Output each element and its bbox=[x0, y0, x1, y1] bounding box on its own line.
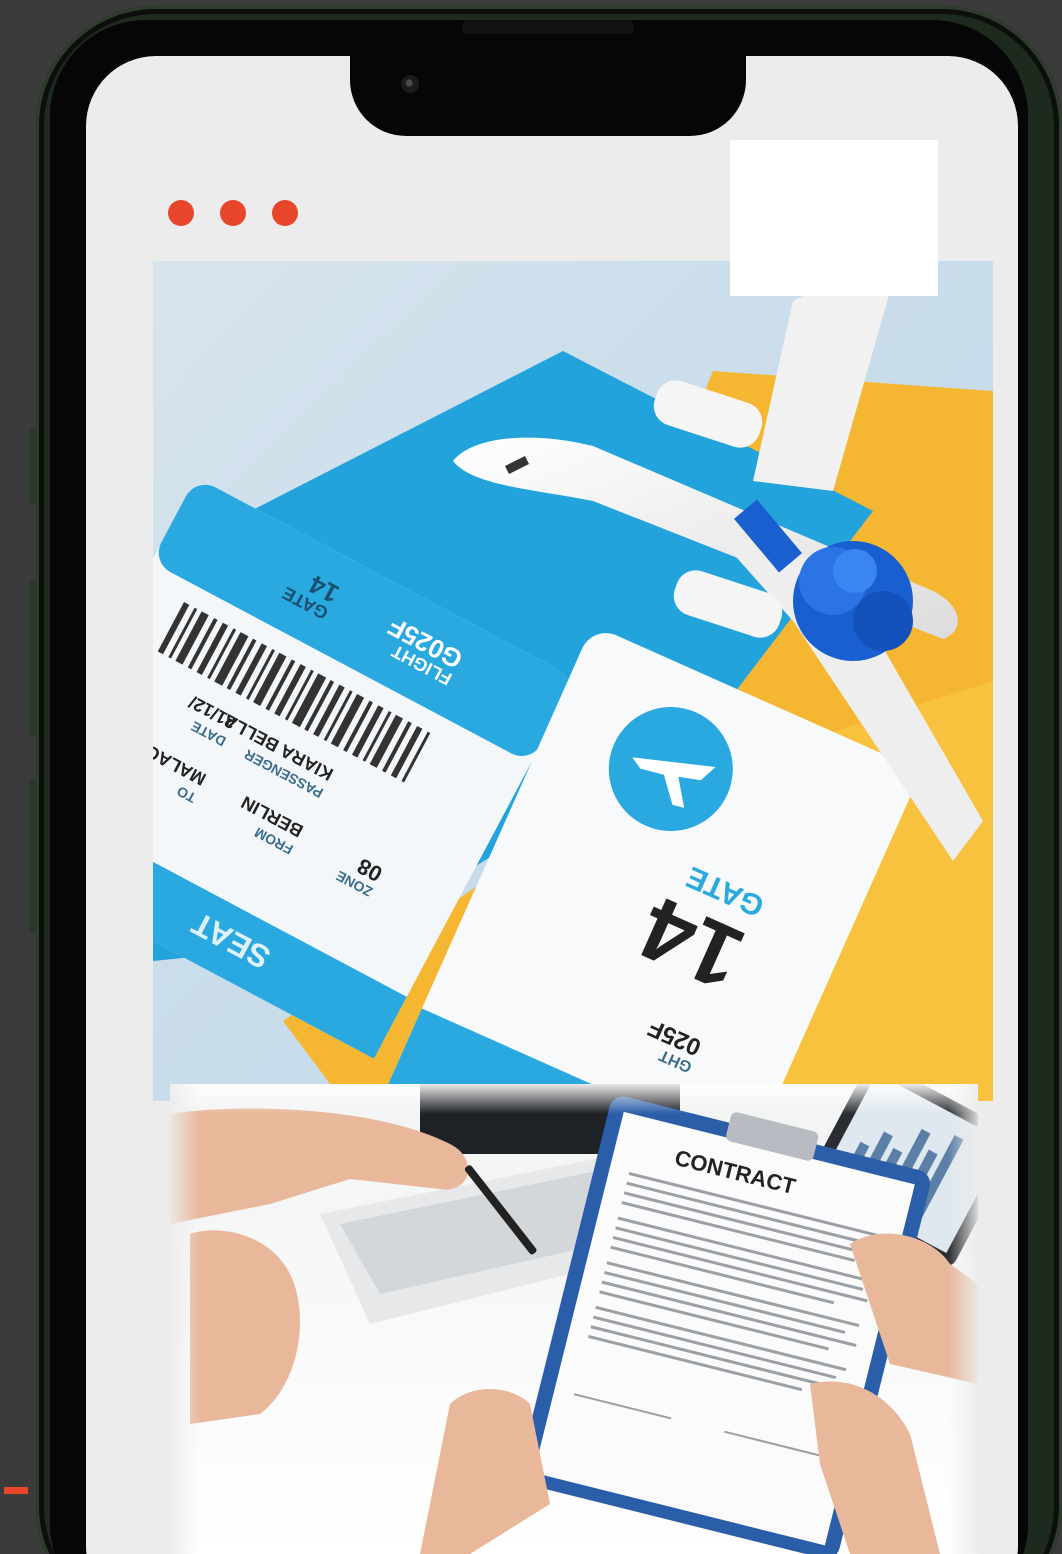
accent-dash bbox=[4, 1487, 28, 1494]
contract-signing-photo: CONTRACT bbox=[170, 1084, 978, 1554]
camera-icon bbox=[401, 75, 419, 93]
window-dots bbox=[168, 200, 298, 226]
phone-speaker bbox=[462, 20, 634, 34]
white-panel bbox=[730, 140, 938, 296]
dot-icon bbox=[272, 200, 298, 226]
dot-icon bbox=[168, 200, 194, 226]
phone-notch bbox=[350, 56, 746, 136]
boarding-pass-photo: FLIGHT G025F GATE 14 ZONE 08 FROM BERLIN… bbox=[153, 261, 993, 1101]
dot-icon bbox=[220, 200, 246, 226]
phone-mockup: FLIGHT G025F GATE 14 ZONE 08 FROM BERLIN… bbox=[0, 0, 1062, 1554]
